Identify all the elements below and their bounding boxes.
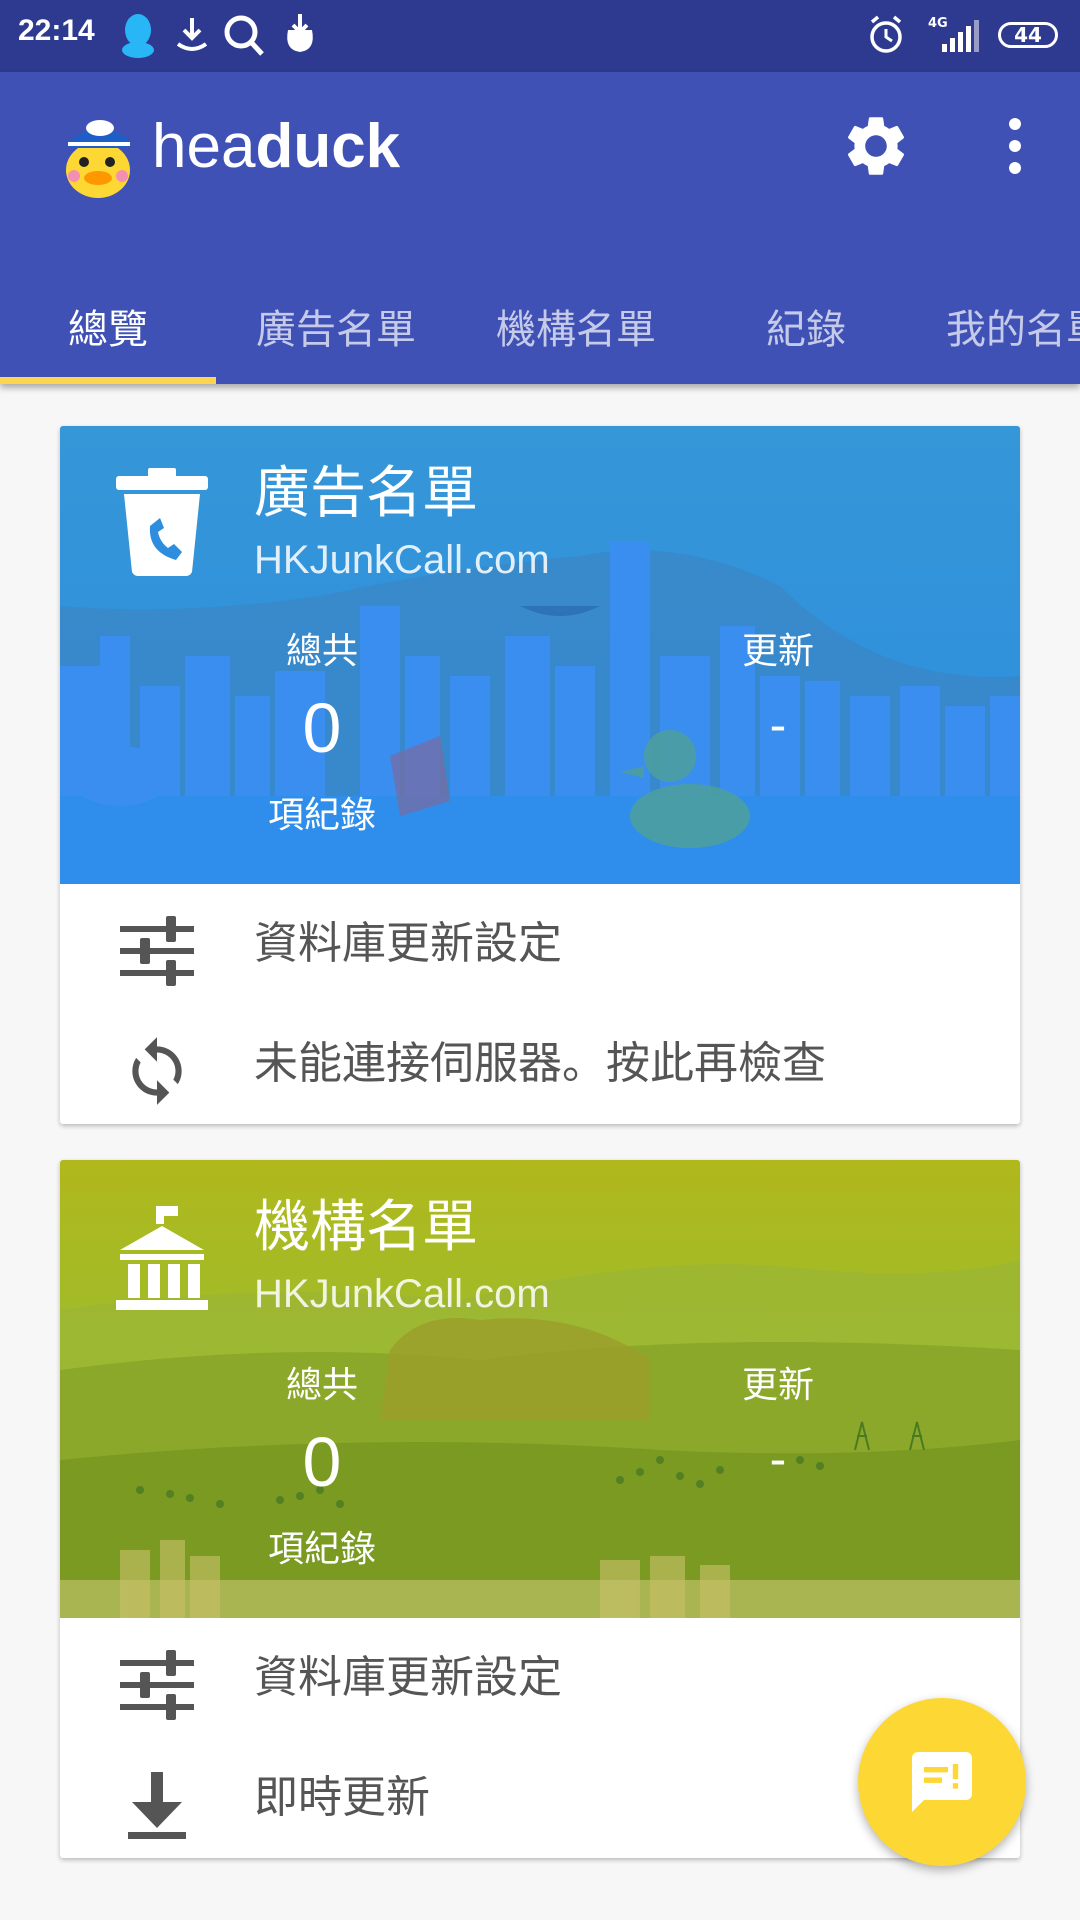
tab-bar: 總覽 廣告名單 機構名單 紀錄 我的名單	[0, 282, 1080, 384]
tune-icon	[120, 1650, 194, 1720]
tab-ad-list[interactable]: 廣告名單	[226, 282, 446, 378]
tab-records[interactable]: 紀錄	[706, 282, 906, 378]
row-label: 資料庫更新設定	[254, 918, 562, 969]
feedback-fab[interactable]	[858, 1698, 1026, 1866]
app-title-light: hea	[152, 112, 256, 181]
card-title: 廣告名單	[254, 461, 478, 526]
card-subtitle: HKJunkCall.com	[254, 1272, 550, 1316]
alarm-icon	[870, 15, 902, 53]
refresh-icon	[132, 1037, 182, 1105]
gear-icon[interactable]	[840, 110, 912, 182]
ad-list-card: 廣告名單 HKJunkCall.com 總共 0 項紀錄 更新 - 資料庫更新設…	[60, 426, 1020, 1124]
card-title: 機構名單	[254, 1195, 478, 1260]
trash-phone-icon	[116, 468, 208, 576]
total-value: 0	[302, 1423, 342, 1501]
search-icon	[224, 15, 264, 56]
tab-overview[interactable]: 總覽	[0, 282, 216, 378]
status-bar: 22:14 4G 44	[0, 0, 1080, 72]
retry-connection-row[interactable]: 未能連接伺服器。按此再檢查	[60, 1004, 1020, 1124]
total-value: 0	[302, 689, 342, 767]
total-unit: 項紀錄	[267, 795, 376, 836]
total-label: 總共	[285, 631, 358, 672]
update-label: 更新	[741, 631, 814, 672]
row-label: 未能連接伺服器。按此再檢查	[254, 1038, 826, 1089]
download-notification-icon	[176, 18, 208, 51]
battery-level: 44	[1014, 23, 1042, 47]
app-title: headuck	[152, 116, 400, 178]
update-label: 更新	[741, 1365, 814, 1406]
tune-icon	[120, 916, 194, 986]
tab-indicator	[0, 377, 216, 384]
more-vert-icon[interactable]	[995, 110, 1035, 182]
app-notification-icon	[287, 14, 313, 52]
org-list-hero[interactable]: 機構名單 HKJunkCall.com 總共 0 項紀錄 更新 -	[60, 1160, 1020, 1618]
battery-icon: 44	[998, 22, 1058, 48]
db-update-settings-row[interactable]: 資料庫更新設定	[60, 884, 1020, 1004]
update-value: -	[769, 697, 787, 753]
download-icon	[128, 1772, 186, 1839]
feedback-icon	[912, 1752, 972, 1812]
signal-icon	[942, 20, 979, 52]
app-title-bold: duck	[255, 112, 401, 181]
row-label: 資料庫更新設定	[254, 1652, 562, 1703]
db-update-settings-row[interactable]: 資料庫更新設定	[60, 1618, 1020, 1738]
total-label: 總共	[285, 1365, 358, 1406]
row-label: 即時更新	[254, 1772, 430, 1823]
status-time: 22:14	[18, 14, 95, 47]
update-value: -	[769, 1431, 787, 1487]
tab-my-list[interactable]: 我的名單	[946, 282, 1080, 378]
qq-icon	[122, 14, 154, 58]
card-subtitle: HKJunkCall.com	[254, 538, 550, 582]
app-bar: headuck 總覽 廣告名單 機構名單 紀錄 我的名單	[0, 72, 1080, 384]
total-unit: 項紀錄	[267, 1529, 376, 1570]
ad-list-hero[interactable]: 廣告名單 HKJunkCall.com 總共 0 項紀錄 更新 -	[60, 426, 1020, 884]
bank-icon	[116, 1206, 208, 1310]
tab-org-list[interactable]: 機構名單	[466, 282, 686, 378]
